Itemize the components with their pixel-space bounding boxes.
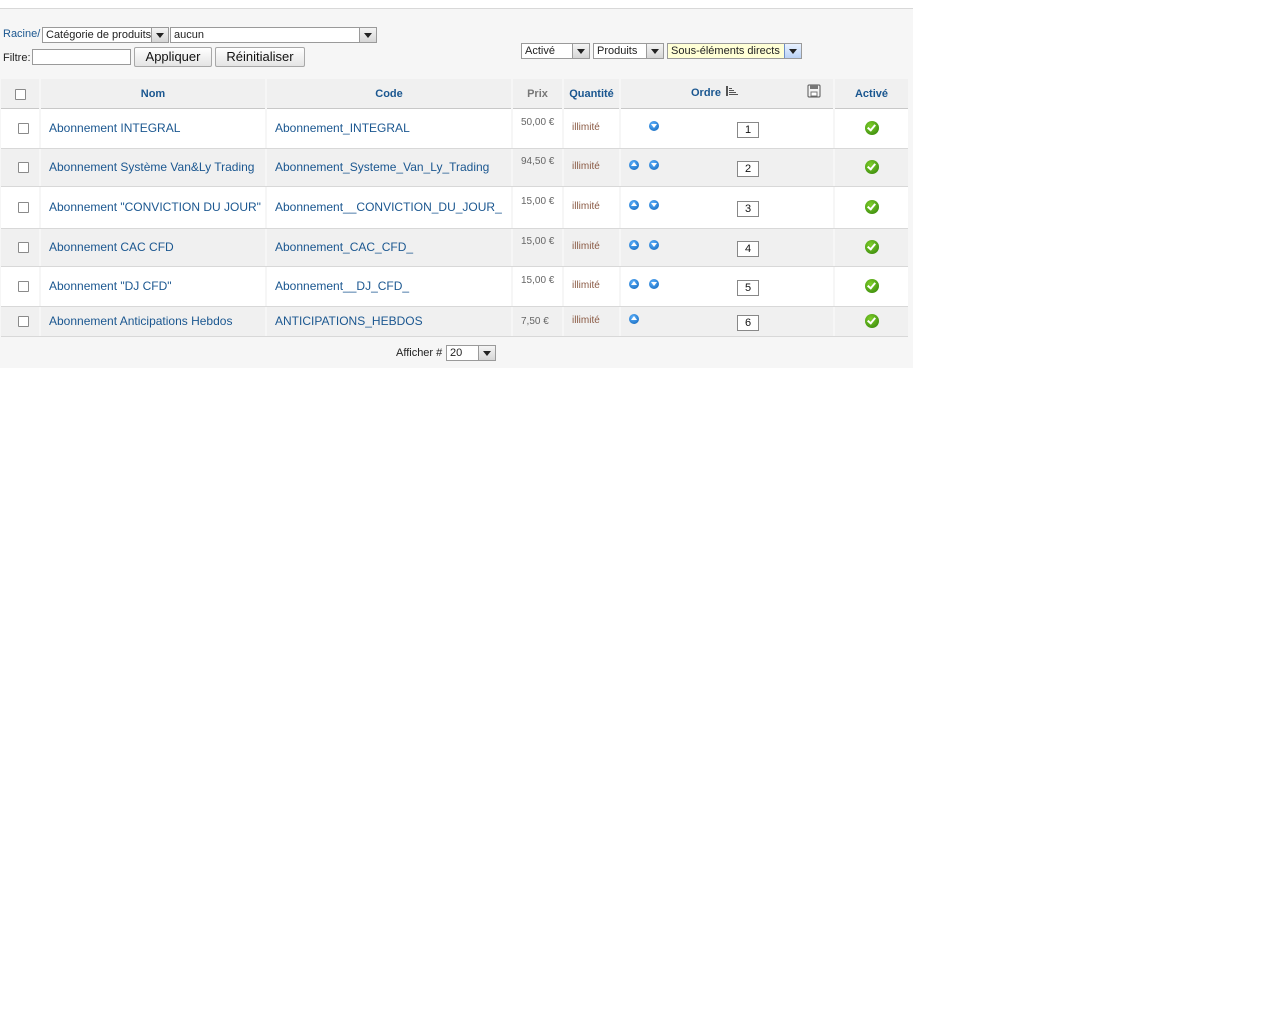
filter-input[interactable] bbox=[32, 49, 131, 65]
product-name-link[interactable]: Abonnement Anticipations Hebdos bbox=[49, 314, 264, 329]
product-price: 50,00 € bbox=[521, 117, 555, 128]
header-select-all bbox=[1, 79, 39, 109]
product-code-link[interactable]: Abonnement__CONVICTION_DU_JOUR_ bbox=[275, 200, 510, 215]
per-page-select-value: 20 bbox=[450, 347, 463, 359]
move-down-icon[interactable] bbox=[649, 160, 659, 170]
move-down-icon[interactable] bbox=[649, 200, 659, 210]
chevron-down-icon bbox=[478, 346, 495, 360]
category-type-select[interactable]: Catégorie de produits bbox=[42, 27, 169, 43]
active-check-icon[interactable] bbox=[865, 160, 879, 174]
product-price: 7,50 € bbox=[521, 316, 549, 327]
product-code-link[interactable]: Abonnement_Systeme_Van_Ly_Trading bbox=[275, 160, 510, 175]
header-order: Ordre bbox=[621, 79, 833, 109]
move-down-icon[interactable] bbox=[649, 279, 659, 289]
product-price: 15,00 € bbox=[521, 196, 555, 207]
type-select-value: Produits bbox=[597, 45, 638, 57]
filter-label: Filtre: bbox=[3, 52, 31, 64]
move-up-icon[interactable] bbox=[629, 314, 639, 324]
chevron-down-icon bbox=[646, 44, 663, 58]
header-code[interactable]: Code bbox=[267, 79, 511, 109]
category-select-value: aucun bbox=[174, 29, 204, 41]
row-checkbox[interactable] bbox=[18, 162, 29, 173]
table-row: Abonnement Système Van&Ly Trading Abonne… bbox=[1, 149, 908, 187]
product-list-panel: Racine/ Catégorie de produits aucun Filt… bbox=[0, 8, 913, 368]
row-checkbox[interactable] bbox=[18, 242, 29, 253]
apply-button[interactable]: Appliquer bbox=[134, 47, 212, 67]
active-check-icon[interactable] bbox=[865, 279, 879, 293]
product-price: 94,50 € bbox=[521, 156, 555, 167]
order-input[interactable]: 5 bbox=[737, 280, 759, 296]
header-price: Prix bbox=[513, 79, 562, 109]
chevron-down-icon bbox=[151, 28, 168, 42]
table-row: Abonnement Anticipations Hebdos ANTICIPA… bbox=[1, 307, 908, 337]
per-page-select[interactable]: 20 bbox=[446, 345, 496, 361]
category-select[interactable]: aucun bbox=[170, 27, 377, 43]
product-code-link[interactable]: Abonnement_CAC_CFD_ bbox=[275, 240, 510, 255]
state-select[interactable]: Activé bbox=[521, 43, 590, 59]
product-code-link[interactable]: Abonnement__DJ_CFD_ bbox=[275, 279, 510, 294]
product-code-link[interactable]: ANTICIPATIONS_HEBDOS bbox=[275, 314, 510, 329]
active-check-icon[interactable] bbox=[865, 200, 879, 214]
product-quantity: illimité bbox=[572, 201, 600, 212]
move-down-icon[interactable] bbox=[649, 121, 659, 131]
state-select-value: Activé bbox=[525, 45, 555, 57]
header-order-label[interactable]: Ordre bbox=[691, 78, 721, 108]
pagination-label: Afficher # bbox=[396, 347, 443, 359]
chevron-down-icon bbox=[784, 44, 801, 58]
header-quantity[interactable]: Quantité bbox=[564, 79, 619, 109]
move-up-icon[interactable] bbox=[629, 200, 639, 210]
breadcrumb-root-link[interactable]: Racine/ bbox=[3, 28, 40, 40]
depth-select-value: Sous-éléments directs bbox=[671, 45, 780, 57]
product-name-link[interactable]: Abonnement CAC CFD bbox=[49, 240, 264, 255]
product-name-link[interactable]: Abonnement INTEGRAL bbox=[49, 121, 264, 136]
chevron-down-icon bbox=[359, 28, 376, 42]
table-row: Abonnement "CONVICTION DU JOUR" Abonneme… bbox=[1, 187, 908, 229]
table-row: Abonnement CAC CFD Abonnement_CAC_CFD_ 1… bbox=[1, 229, 908, 267]
order-input[interactable]: 3 bbox=[737, 201, 759, 217]
row-checkbox[interactable] bbox=[18, 123, 29, 134]
product-name-link[interactable]: Abonnement "CONVICTION DU JOUR" bbox=[49, 200, 264, 215]
save-order-icon[interactable] bbox=[807, 84, 821, 98]
active-check-icon[interactable] bbox=[865, 240, 879, 254]
product-quantity: illimité bbox=[572, 241, 600, 252]
product-quantity: illimité bbox=[572, 161, 600, 172]
product-quantity: illimité bbox=[572, 122, 600, 133]
product-name-link[interactable]: Abonnement "DJ CFD" bbox=[49, 279, 264, 294]
select-all-checkbox[interactable] bbox=[15, 89, 26, 100]
reset-button[interactable]: Réinitialiser bbox=[215, 47, 305, 67]
depth-select[interactable]: Sous-éléments directs bbox=[667, 43, 802, 59]
order-input[interactable]: 1 bbox=[737, 122, 759, 138]
move-up-icon[interactable] bbox=[629, 160, 639, 170]
order-input[interactable]: 6 bbox=[737, 315, 759, 331]
sort-ascending-icon bbox=[726, 86, 738, 96]
header-active[interactable]: Activé bbox=[835, 79, 908, 109]
product-quantity: illimité bbox=[572, 315, 600, 326]
table-row: Abonnement INTEGRAL Abonnement_INTEGRAL … bbox=[1, 109, 908, 149]
chevron-down-icon bbox=[572, 44, 589, 58]
move-down-icon[interactable] bbox=[649, 240, 659, 250]
row-checkbox[interactable] bbox=[18, 281, 29, 292]
move-up-icon[interactable] bbox=[629, 240, 639, 250]
move-up-icon[interactable] bbox=[629, 279, 639, 289]
type-select[interactable]: Produits bbox=[593, 43, 664, 59]
table-row: Abonnement "DJ CFD" Abonnement__DJ_CFD_ … bbox=[1, 267, 908, 307]
product-code-link[interactable]: Abonnement_INTEGRAL bbox=[275, 121, 510, 136]
product-name-link[interactable]: Abonnement Système Van&Ly Trading bbox=[49, 160, 264, 175]
row-checkbox[interactable] bbox=[18, 202, 29, 213]
header-name[interactable]: Nom bbox=[41, 79, 265, 109]
order-input[interactable]: 2 bbox=[737, 161, 759, 177]
active-check-icon[interactable] bbox=[865, 121, 879, 135]
product-quantity: illimité bbox=[572, 280, 600, 291]
active-check-icon[interactable] bbox=[865, 314, 879, 328]
category-type-select-value: Catégorie de produits bbox=[46, 29, 152, 41]
order-input[interactable]: 4 bbox=[737, 241, 759, 257]
product-price: 15,00 € bbox=[521, 275, 555, 286]
row-checkbox[interactable] bbox=[18, 316, 29, 327]
product-price: 15,00 € bbox=[521, 236, 555, 247]
